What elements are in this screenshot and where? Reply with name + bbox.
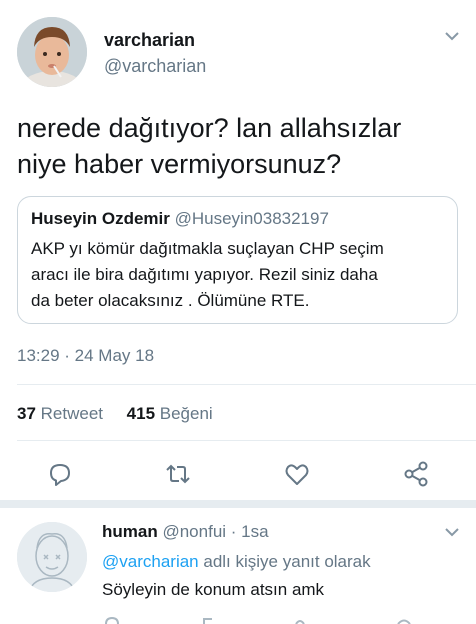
tweet-text-line: nerede dağıtıyor? lan allahsızlar [17,113,402,143]
reply-display-name[interactable]: human [102,522,158,541]
divider [17,384,476,385]
section-separator [0,500,476,508]
retweet-icon [166,464,190,484]
tweet-stats: 37 Retweet 415 Beğeni [17,404,213,424]
chevron-down-icon[interactable] [444,30,460,42]
author-display-name[interactable]: varcharian [104,30,195,51]
author-avatar[interactable] [17,17,87,87]
tweet-text: nerede dağıtıyor? lan allahsızlar niye h… [17,110,467,182]
reply-handle[interactable]: @nonfui [162,522,226,541]
share-button[interactable] [402,460,430,488]
reply-actions-partial [105,616,411,624]
avatar-photo [17,17,87,87]
reply-icon [50,464,70,486]
like-button[interactable] [283,460,311,488]
reply-time: · 1sa [230,522,269,541]
reply-text: Söyleyin de konum atsın amk [102,580,325,599]
quoted-tweet-text: AKP yı kömür dağıtmakla suçlayan CHP seç… [31,236,449,314]
like-stat[interactable]: 415 Beğeni [127,404,213,423]
reply-mention-link[interactable]: @varcharian [102,552,199,571]
quoted-tweet-header: Huseyin Ozdemir @Huseyin03832197 [31,209,329,229]
quoted-text-line: AKP yı kömür dağıtmakla suçlayan CHP seç… [31,239,384,258]
reply-context: @varcharian adlı kişiye yanıt olarak [102,552,371,572]
quoted-tweet[interactable]: Huseyin Ozdemir @Huseyin03832197 AKP yı … [17,196,458,324]
quoted-handle: @Huseyin03832197 [174,209,329,228]
chevron-down-icon[interactable] [444,526,460,538]
reply-avatar[interactable] [17,522,87,592]
retweet-stat[interactable]: 37 Retweet [17,404,103,423]
quoted-text-line: da beter olacaksınız . Ölümüne RTE. [31,291,310,310]
like-label: Beğeni [159,404,213,423]
share-icon [404,461,428,487]
reply-button[interactable] [46,460,74,488]
retweet-count: 37 [17,404,36,423]
like-heart-icon [285,464,309,485]
reply-tweet[interactable]: human @nonfui · 1sa @varcharian adlı kiş… [0,508,476,624]
main-tweet: varcharian @varcharian nerede dağıtıyor?… [0,0,476,500]
quoted-display-name: Huseyin Ozdemir [31,209,170,228]
divider [17,440,476,441]
reply-context-text: adlı kişiye yanıt olarak [203,552,371,571]
quoted-text-line: aracı ile bira dağıtımı yapıyor. Rezil s… [31,265,378,284]
tweet-timestamp[interactable]: 13:29 · 24 May 18 [17,346,154,366]
reply-header: human @nonfui · 1sa [102,522,269,542]
default-avatar-icon [17,522,87,592]
retweet-label: Retweet [40,404,104,423]
author-handle[interactable]: @varcharian [104,56,206,77]
like-count: 415 [126,404,156,423]
retweet-button[interactable] [164,460,192,488]
tweet-text-line: niye haber vermiyorsunuz? [17,149,342,179]
